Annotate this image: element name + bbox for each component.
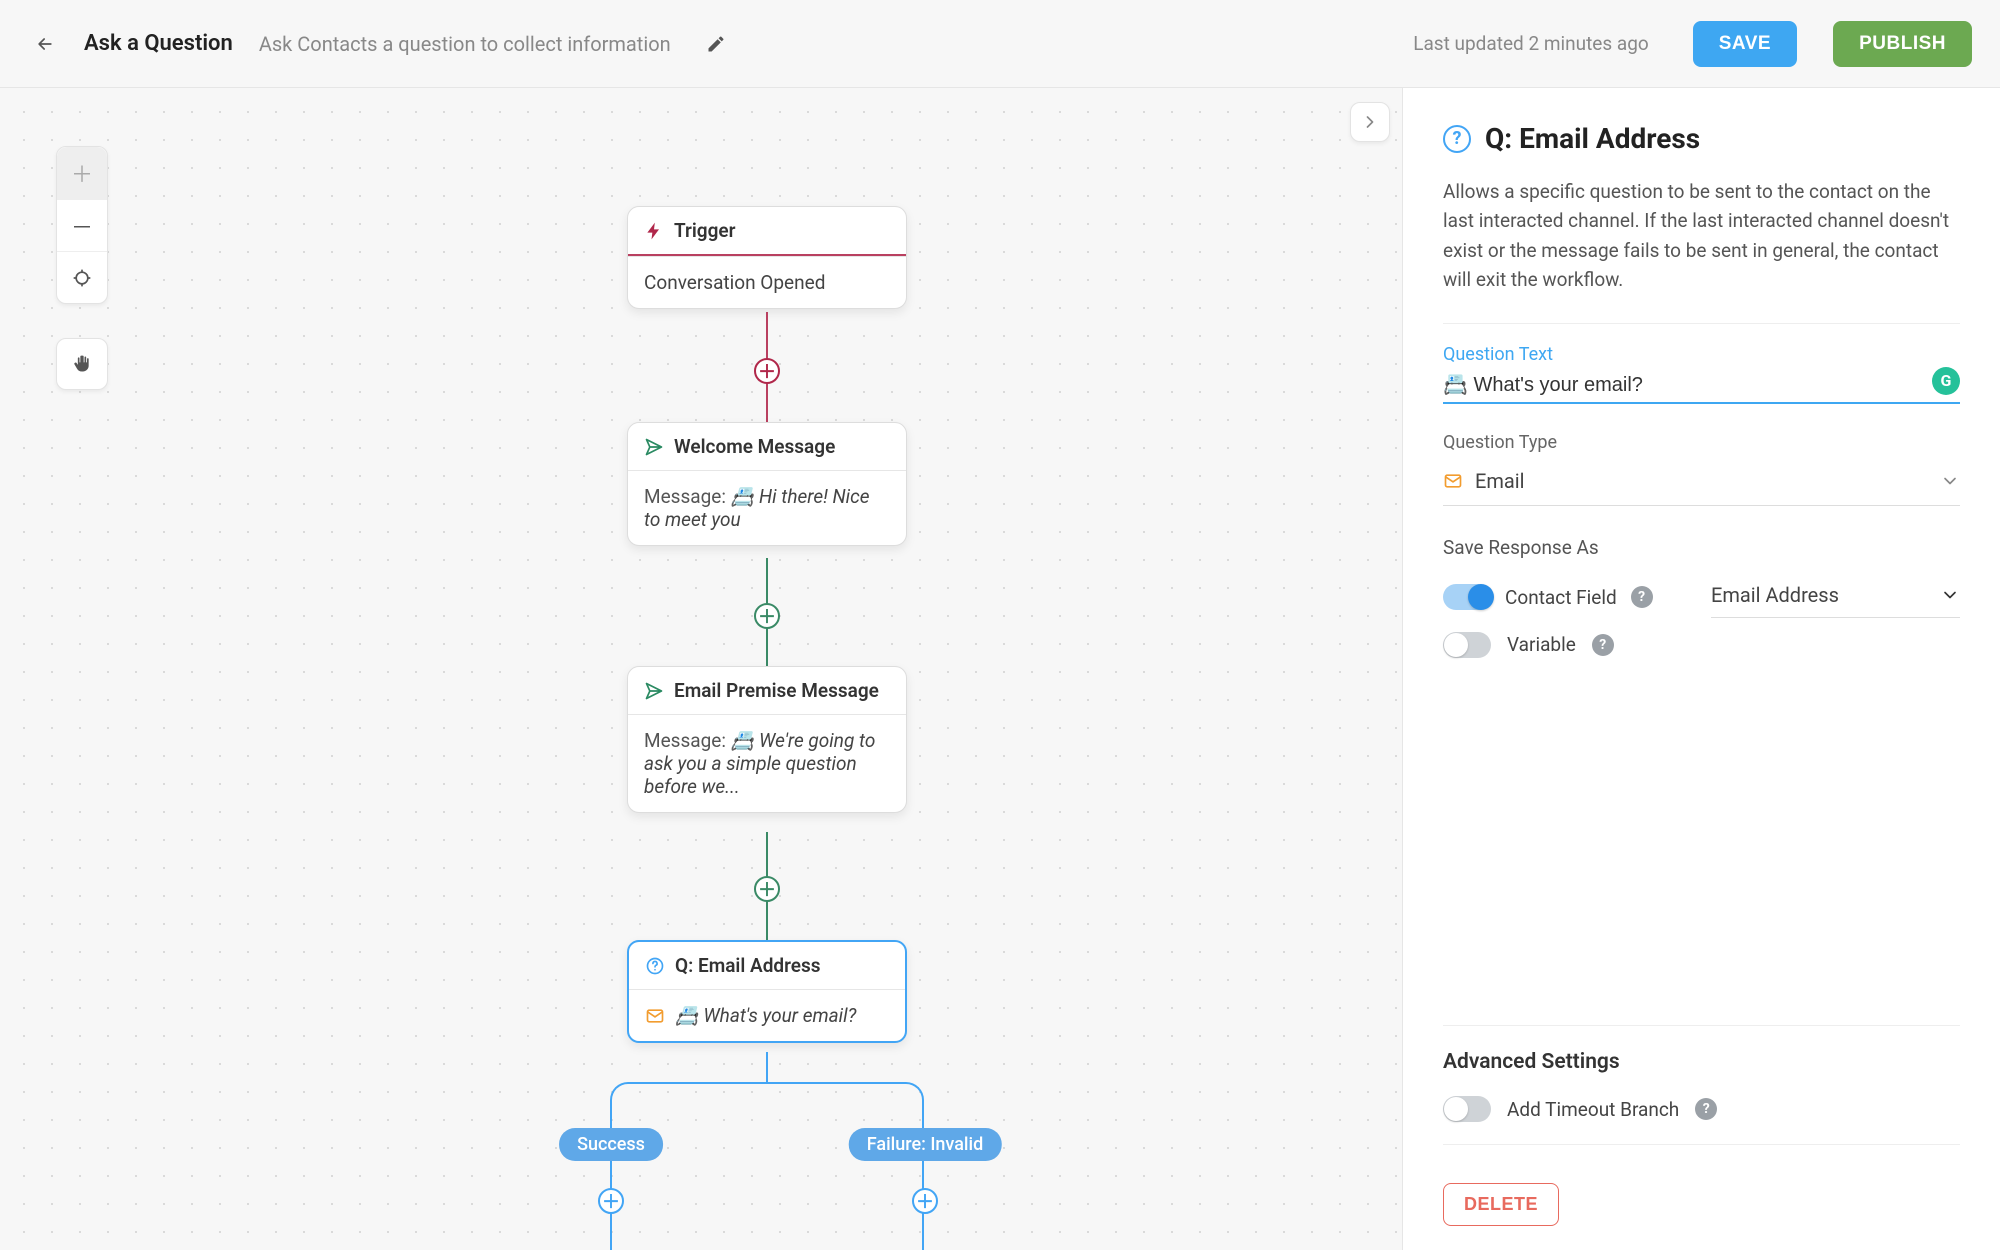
recenter-button[interactable] bbox=[57, 251, 107, 303]
add-step-failure-branch[interactable]: ＋ bbox=[912, 1188, 938, 1214]
node-trigger-body: Conversation Opened bbox=[628, 256, 906, 308]
save-response-as-label: Save Response As bbox=[1443, 536, 1960, 559]
node-question[interactable]: Q: Email Address 📇 What's your email? bbox=[627, 940, 907, 1043]
zoom-toolbox: ＋ － bbox=[56, 146, 108, 304]
zoom-out-button[interactable]: － bbox=[57, 199, 107, 251]
edit-title-button[interactable] bbox=[699, 27, 733, 61]
panel-description: Allows a specific question to be sent to… bbox=[1443, 177, 1960, 295]
zoom-in-button[interactable]: ＋ bbox=[57, 147, 107, 199]
add-step-after-premise[interactable]: ＋ bbox=[754, 876, 780, 902]
connector-question-branch bbox=[766, 1052, 768, 1082]
node-premise-prefix: Message: bbox=[644, 729, 726, 752]
divider bbox=[1443, 1144, 1960, 1145]
contact-field-row: Contact Field ? Email Address bbox=[1443, 577, 1960, 618]
timeout-label: Add Timeout Branch bbox=[1507, 1098, 1679, 1121]
node-premise-head: Email Premise Message bbox=[628, 667, 906, 714]
timeout-help[interactable]: ? bbox=[1695, 1098, 1717, 1120]
pan-toolbox bbox=[56, 338, 108, 390]
pan-button[interactable] bbox=[57, 339, 107, 389]
add-step-success-branch[interactable]: ＋ bbox=[598, 1188, 624, 1214]
variable-row: Variable ? bbox=[1443, 632, 1960, 658]
panel-title: Q: Email Address bbox=[1485, 122, 1700, 155]
node-question-content: 📇 What's your email? bbox=[675, 1004, 856, 1027]
add-step-after-trigger[interactable]: ＋ bbox=[754, 358, 780, 384]
last-updated-text: Last updated 2 minutes ago bbox=[1413, 32, 1649, 55]
question-circle-icon bbox=[645, 956, 665, 976]
add-step-after-welcome[interactable]: ＋ bbox=[754, 603, 780, 629]
crosshair-icon bbox=[72, 268, 92, 288]
send-icon bbox=[644, 681, 664, 701]
question-type-label: Question Type bbox=[1443, 432, 1960, 453]
node-trigger[interactable]: Trigger Conversation Opened bbox=[627, 206, 907, 309]
mail-icon bbox=[645, 1006, 665, 1026]
timeout-toggle[interactable] bbox=[1443, 1096, 1491, 1122]
delete-button[interactable]: DELETE bbox=[1443, 1183, 1559, 1226]
question-text-input-wrap: G bbox=[1443, 373, 1960, 404]
question-type-select[interactable]: Email bbox=[1443, 461, 1960, 506]
page-subtitle: Ask Contacts a question to collect infor… bbox=[259, 32, 671, 56]
minus-icon: － bbox=[71, 210, 93, 242]
variable-help[interactable]: ? bbox=[1592, 634, 1614, 656]
variable-toggle[interactable] bbox=[1443, 632, 1491, 658]
workflow-canvas[interactable]: ＋ － Trigger Convers bbox=[0, 88, 1402, 1250]
node-welcome-title: Welcome Message bbox=[674, 435, 835, 458]
branch-failure-label[interactable]: Failure: Invalid bbox=[849, 1128, 1002, 1161]
arrow-left-icon bbox=[35, 34, 55, 54]
grammarly-badge-icon[interactable]: G bbox=[1932, 367, 1960, 395]
node-question-body: 📇 What's your email? bbox=[629, 989, 905, 1041]
header-bar: Ask a Question Ask Contacts a question t… bbox=[0, 0, 2000, 88]
node-premise-body: Message: 📇 We're going to ask you a simp… bbox=[628, 714, 906, 812]
save-button[interactable]: SAVE bbox=[1693, 21, 1797, 67]
node-trigger-head: Trigger bbox=[628, 207, 906, 256]
contact-field-select[interactable]: Email Address bbox=[1711, 577, 1960, 618]
node-trigger-title: Trigger bbox=[674, 219, 735, 242]
plus-icon: ＋ bbox=[71, 157, 93, 189]
contact-field-help[interactable]: ? bbox=[1631, 586, 1653, 608]
question-type-value: Email bbox=[1475, 469, 1928, 493]
panel-title-row: ? Q: Email Address bbox=[1443, 122, 1960, 155]
hand-icon bbox=[72, 354, 92, 374]
chevron-down-icon bbox=[1940, 471, 1960, 491]
send-icon bbox=[644, 437, 664, 457]
question-text-label: Question Text bbox=[1443, 344, 1960, 365]
page-title: Ask a Question bbox=[84, 31, 233, 56]
node-question-head: Q: Email Address bbox=[629, 942, 905, 989]
publish-button[interactable]: PUBLISH bbox=[1833, 21, 1972, 67]
node-welcome-prefix: Message: bbox=[644, 485, 726, 508]
main-area: ＋ － Trigger Convers bbox=[0, 88, 2000, 1250]
contact-field-toggle[interactable] bbox=[1443, 584, 1491, 610]
node-welcome[interactable]: Welcome Message Message: 📇 Hi there! Nic… bbox=[627, 422, 907, 546]
advanced-settings-title: Advanced Settings bbox=[1443, 1025, 1960, 1074]
question-circle-icon: ? bbox=[1443, 125, 1471, 153]
pencil-icon bbox=[706, 34, 726, 54]
divider bbox=[1443, 323, 1960, 324]
node-welcome-head: Welcome Message bbox=[628, 423, 906, 470]
chevron-down-icon bbox=[1940, 585, 1960, 605]
variable-label: Variable bbox=[1507, 633, 1576, 656]
back-button[interactable] bbox=[28, 27, 62, 61]
chevron-right-icon bbox=[1360, 112, 1380, 132]
details-panel: ? Q: Email Address Allows a specific que… bbox=[1402, 88, 2000, 1250]
contact-field-value: Email Address bbox=[1711, 583, 1940, 607]
mail-icon bbox=[1443, 471, 1463, 491]
bolt-icon bbox=[644, 221, 664, 241]
node-premise[interactable]: Email Premise Message Message: 📇 We're g… bbox=[627, 666, 907, 813]
branch-success-label[interactable]: Success bbox=[559, 1128, 663, 1161]
collapse-panel-button[interactable] bbox=[1350, 102, 1390, 142]
question-text-input[interactable] bbox=[1443, 373, 1960, 396]
timeout-row: Add Timeout Branch ? bbox=[1443, 1096, 1960, 1122]
node-premise-title: Email Premise Message bbox=[674, 679, 879, 702]
workflow-canvas-wrap: ＋ － Trigger Convers bbox=[0, 88, 1402, 1250]
node-question-title: Q: Email Address bbox=[675, 954, 821, 977]
branch-frame bbox=[610, 1082, 924, 1250]
contact-field-label: Contact Field bbox=[1505, 586, 1617, 609]
node-welcome-body: Message: 📇 Hi there! Nice to meet you bbox=[628, 470, 906, 545]
